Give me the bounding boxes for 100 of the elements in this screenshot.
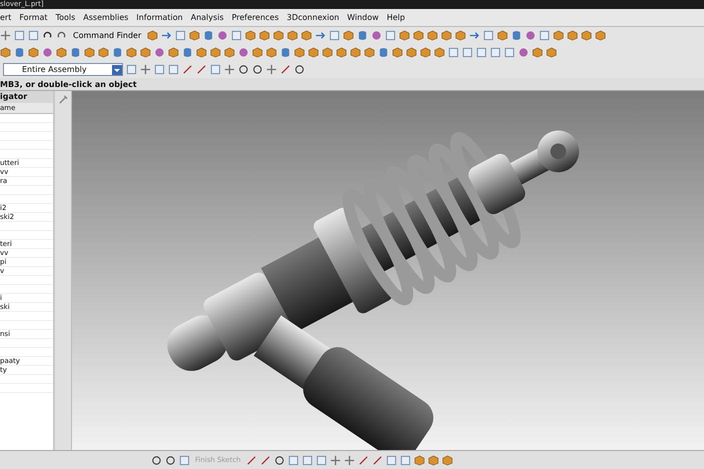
cube-icon[interactable] bbox=[98, 47, 109, 58]
square-icon[interactable] bbox=[231, 30, 242, 41]
cube-icon[interactable] bbox=[168, 47, 179, 58]
menu-item[interactable]: Tools bbox=[56, 13, 76, 22]
cylinder-icon[interactable] bbox=[280, 47, 291, 58]
square-icon[interactable] bbox=[386, 454, 397, 466]
menu-item[interactable]: Format bbox=[19, 13, 48, 22]
cube-icon[interactable] bbox=[595, 30, 606, 41]
cube-icon[interactable] bbox=[28, 47, 39, 58]
cube-icon[interactable] bbox=[140, 47, 151, 58]
square-icon[interactable] bbox=[175, 30, 186, 41]
cube-icon[interactable] bbox=[441, 30, 452, 41]
cross-icon[interactable] bbox=[140, 64, 151, 75]
square-icon[interactable] bbox=[448, 47, 459, 58]
cube-icon[interactable] bbox=[196, 47, 207, 58]
cube-icon[interactable] bbox=[56, 47, 67, 58]
square-icon[interactable] bbox=[154, 64, 165, 75]
cube-icon[interactable] bbox=[497, 30, 508, 41]
arrow-icon[interactable] bbox=[469, 30, 480, 41]
cube-icon[interactable] bbox=[259, 30, 270, 41]
menu-item[interactable]: 3Dconnexion bbox=[286, 13, 340, 22]
cube-icon[interactable] bbox=[434, 47, 445, 58]
square-icon[interactable] bbox=[316, 454, 327, 466]
cylinder-icon[interactable] bbox=[378, 47, 389, 58]
cube-icon[interactable] bbox=[189, 30, 200, 41]
circle-icon[interactable] bbox=[238, 64, 249, 75]
cylinder-icon[interactable] bbox=[357, 30, 368, 41]
cylinder-icon[interactable] bbox=[182, 47, 193, 58]
square-icon[interactable] bbox=[504, 47, 515, 58]
square-icon[interactable] bbox=[126, 64, 137, 75]
cube-icon[interactable] bbox=[567, 30, 578, 41]
cube-icon[interactable] bbox=[336, 47, 347, 58]
cube-icon[interactable] bbox=[546, 47, 557, 58]
cube-icon[interactable] bbox=[287, 30, 298, 41]
cross-icon[interactable] bbox=[266, 64, 277, 75]
cube-icon[interactable] bbox=[413, 30, 424, 41]
menu-item[interactable]: Information bbox=[136, 13, 183, 22]
line-icon[interactable] bbox=[246, 454, 257, 466]
square-icon[interactable] bbox=[302, 454, 313, 466]
square-icon[interactable] bbox=[14, 30, 25, 41]
circle-icon[interactable] bbox=[274, 454, 285, 466]
cube-icon[interactable] bbox=[392, 47, 403, 58]
cube-icon[interactable] bbox=[455, 30, 466, 41]
cross-icon[interactable] bbox=[330, 454, 341, 466]
square-icon[interactable] bbox=[385, 30, 396, 41]
arrow-icon[interactable] bbox=[315, 30, 326, 41]
circle-icon[interactable] bbox=[294, 64, 305, 75]
cube-icon[interactable] bbox=[126, 47, 137, 58]
cube-icon[interactable] bbox=[224, 47, 235, 58]
cross-icon[interactable] bbox=[224, 64, 235, 75]
cube-icon[interactable] bbox=[245, 30, 256, 41]
cube-icon[interactable] bbox=[273, 30, 284, 41]
cylinder-icon[interactable] bbox=[70, 47, 81, 58]
cylinder-icon[interactable] bbox=[14, 47, 25, 58]
square-icon[interactable] bbox=[400, 454, 411, 466]
square-icon[interactable] bbox=[329, 30, 340, 41]
arrow-icon[interactable] bbox=[161, 30, 172, 41]
menu-item[interactable]: Help bbox=[386, 13, 405, 22]
menu-item[interactable]: Analysis bbox=[190, 13, 224, 22]
circle-icon[interactable] bbox=[151, 454, 162, 466]
square-icon[interactable] bbox=[210, 64, 221, 75]
cube-icon[interactable] bbox=[294, 47, 305, 58]
circle-icon[interactable] bbox=[252, 64, 263, 75]
line-icon[interactable] bbox=[260, 454, 271, 466]
square-icon[interactable] bbox=[483, 30, 494, 41]
cylinder-icon[interactable] bbox=[112, 47, 123, 58]
square-icon[interactable] bbox=[476, 47, 487, 58]
line-icon[interactable] bbox=[372, 454, 383, 466]
cube-icon[interactable] bbox=[532, 47, 543, 58]
cross-icon[interactable] bbox=[344, 454, 355, 466]
cube-icon[interactable] bbox=[266, 47, 277, 58]
line-icon[interactable] bbox=[280, 64, 291, 75]
cube-icon[interactable] bbox=[442, 454, 453, 466]
cube-icon[interactable] bbox=[84, 47, 95, 58]
cube-icon[interactable] bbox=[420, 47, 431, 58]
cube-icon[interactable] bbox=[252, 47, 263, 58]
cylinder-icon[interactable] bbox=[203, 30, 214, 41]
cube-icon[interactable] bbox=[343, 30, 354, 41]
cube-icon[interactable] bbox=[399, 30, 410, 41]
square-icon[interactable] bbox=[539, 30, 550, 41]
cube-icon[interactable] bbox=[364, 47, 375, 58]
square-icon[interactable] bbox=[168, 64, 179, 75]
cube-icon[interactable] bbox=[308, 47, 319, 58]
selection-filter-dropdown[interactable]: Entire Assembly bbox=[3, 63, 123, 76]
cube-icon[interactable] bbox=[0, 47, 11, 58]
line-icon[interactable] bbox=[358, 454, 369, 466]
cube-icon[interactable] bbox=[350, 47, 361, 58]
line-icon[interactable] bbox=[196, 64, 207, 75]
square-icon[interactable] bbox=[490, 47, 501, 58]
cube-icon[interactable] bbox=[210, 47, 221, 58]
cube-icon[interactable] bbox=[301, 30, 312, 41]
square-icon[interactable] bbox=[462, 47, 473, 58]
cylinder-icon[interactable] bbox=[511, 30, 522, 41]
cube-icon[interactable] bbox=[553, 30, 564, 41]
line-icon[interactable] bbox=[182, 64, 193, 75]
cube-icon[interactable] bbox=[147, 30, 158, 41]
menu-item[interactable]: Preferences bbox=[232, 13, 279, 22]
circle-icon[interactable] bbox=[165, 454, 176, 466]
cube-icon[interactable] bbox=[406, 47, 417, 58]
cube-icon[interactable] bbox=[427, 30, 438, 41]
